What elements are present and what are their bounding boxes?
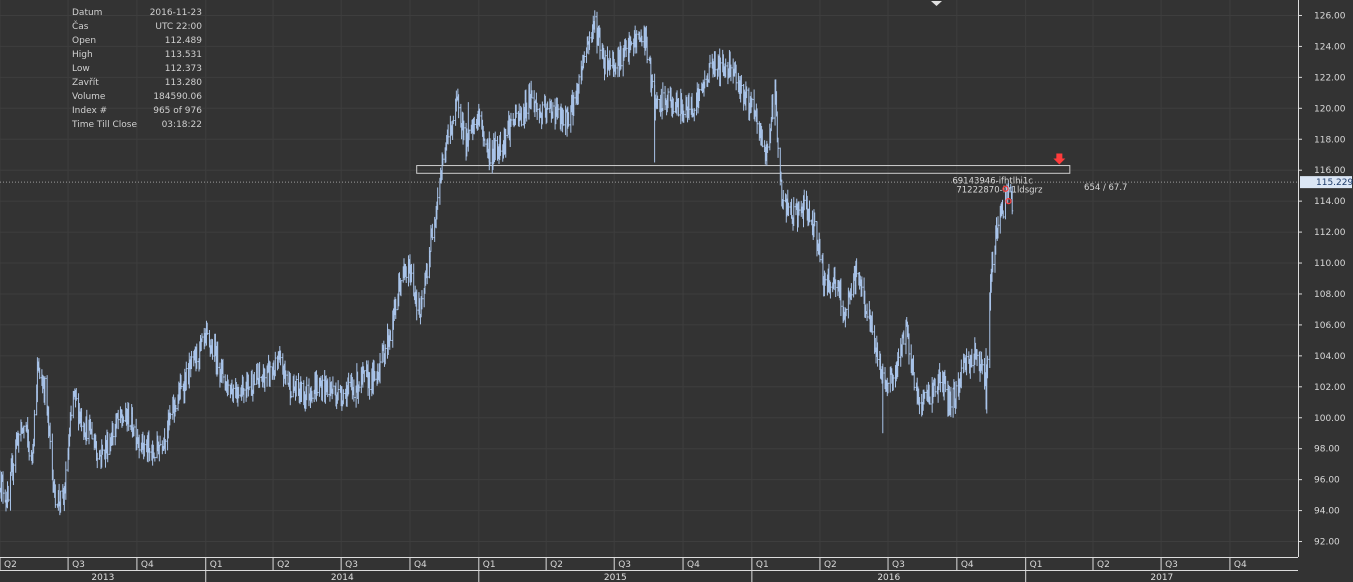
price-tick-label: 106.00	[1314, 321, 1346, 331]
price-tick-label: 92.00	[1314, 538, 1340, 548]
info-row: Volume 184590.06	[72, 90, 202, 104]
quarter-label: Q4	[414, 560, 427, 570]
info-value: 03:18:22	[161, 120, 202, 130]
info-row: High 113.531	[72, 48, 202, 62]
quarter-label: Q2	[550, 560, 563, 570]
year-label: 2015	[604, 573, 627, 582]
quarter-label: Q3	[72, 560, 85, 570]
info-row: Datum 2016-11-23	[72, 6, 202, 20]
price-tick-label: 110.00	[1314, 259, 1346, 269]
info-value: 113.531	[164, 50, 202, 60]
price-tick-label: 94.00	[1314, 507, 1340, 517]
price-tick-label: 118.00	[1314, 135, 1346, 145]
info-key: Time Till Close	[72, 120, 137, 130]
info-key: Datum	[72, 8, 103, 18]
info-row: Čas UTC 22:00	[72, 20, 202, 34]
price-tick-label: 100.00	[1314, 414, 1346, 424]
quarter-label: Q2	[4, 560, 17, 570]
price-tick-label: 108.00	[1314, 290, 1346, 300]
quarter-label: Q4	[1234, 560, 1247, 570]
price-tick-label: 126.00	[1314, 11, 1346, 21]
quarter-label: Q3	[892, 560, 905, 570]
info-key: Open	[72, 36, 97, 46]
info-row: Index # 965 of 976	[72, 104, 202, 118]
price-tick-label: 120.00	[1314, 104, 1346, 114]
info-key: Čas	[72, 22, 89, 32]
chart[interactable]: 69143946-ifhtlhi1c71222870-ifr1ldsgrz 654…	[0, 0, 1353, 582]
price-tick-label: 98.00	[1314, 445, 1340, 455]
price-tick-label: 112.00	[1314, 228, 1346, 238]
info-key: Zavřít	[72, 78, 99, 88]
price-tick-label: 114.00	[1314, 197, 1346, 207]
info-key: Index #	[72, 106, 108, 116]
year-label: 2014	[331, 573, 354, 582]
quarter-label: Q3	[345, 560, 358, 570]
info-row: Time Till Close 03:18:22	[72, 118, 202, 132]
quarter-label: Q2	[277, 560, 290, 570]
price-tick-label: 124.00	[1314, 42, 1346, 52]
quarter-label: Q1	[483, 560, 496, 570]
quarter-label: Q4	[961, 560, 974, 570]
info-key: Volume	[72, 92, 106, 102]
ratio-label: 654 / 67.7	[1084, 183, 1127, 193]
price-tick-label: 96.00	[1314, 476, 1340, 486]
year-label: 2013	[91, 573, 114, 582]
price-tick-label: 104.00	[1314, 352, 1346, 362]
current-price-tag: 115.229	[1300, 176, 1353, 189]
zone-label-2: 71222870-ifr1ldsgrz	[956, 185, 1043, 195]
quarter-label: Q2	[824, 560, 837, 570]
info-value: 2016-11-23	[149, 8, 202, 18]
info-row: Low 112.373	[72, 62, 202, 76]
quarter-label: Q3	[1165, 560, 1178, 570]
price-tick-label: 102.00	[1314, 383, 1346, 393]
info-value: 112.489	[164, 36, 202, 46]
info-row: Zavřít 113.280	[72, 76, 202, 90]
year-label: 2016	[877, 573, 900, 582]
price-tick-label: 116.00	[1314, 166, 1346, 176]
price-tick-label: 122.00	[1314, 73, 1346, 83]
info-key: Low	[72, 64, 90, 74]
info-value: 965 of 976	[153, 106, 202, 116]
info-value: 184590.06	[153, 92, 202, 102]
quarter-label: Q4	[141, 560, 154, 570]
quarter-label: Q4	[687, 560, 700, 570]
price-tag-label: 115.229	[1316, 178, 1353, 188]
info-key: High	[72, 50, 93, 60]
info-row: Open 112.489	[72, 34, 202, 48]
quarter-label: Q1	[1030, 560, 1043, 570]
quarter-label: Q1	[756, 560, 769, 570]
info-value: UTC 22:00	[155, 22, 202, 32]
quarter-label: Q3	[618, 560, 631, 570]
quarter-label: Q1	[210, 560, 223, 570]
info-value: 113.280	[164, 78, 202, 88]
year-label: 2017	[1150, 573, 1173, 582]
info-value: 112.373	[164, 64, 202, 74]
info-panel: Datum 2016-11-23 Čas UTC 22:00 Open 112.489 Hi…	[72, 6, 202, 132]
quarter-label: Q2	[1097, 560, 1110, 570]
